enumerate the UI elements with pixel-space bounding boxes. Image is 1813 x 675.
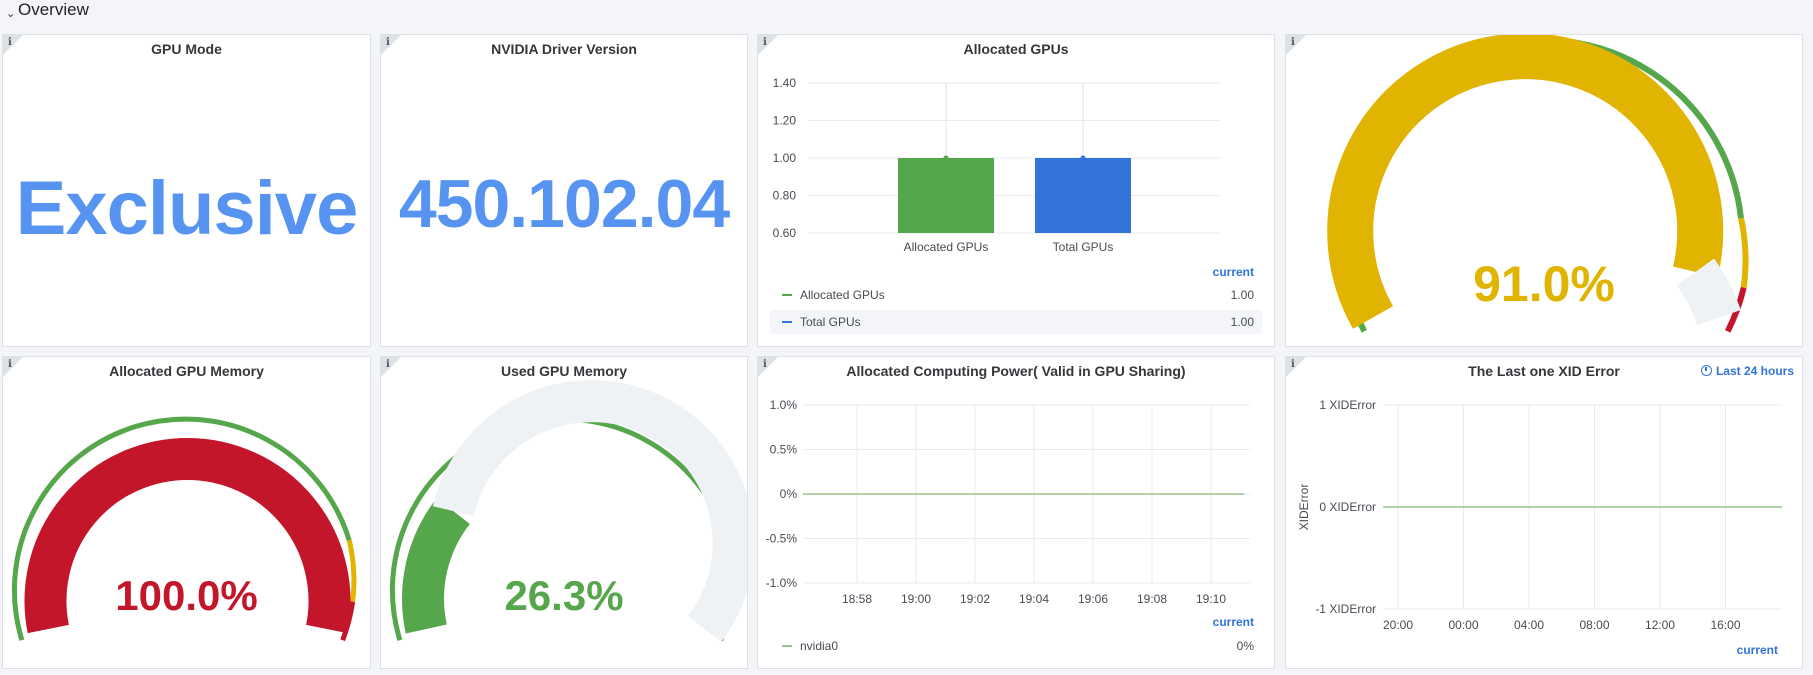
legend-value: 0% xyxy=(1236,639,1254,653)
panel-allocated-computing-power: i Allocated Computing Power( Valid in GP… xyxy=(757,356,1275,669)
legend-item[interactable]: nvidia0 0% xyxy=(770,634,1262,658)
legend-label[interactable]: nvidia0 xyxy=(800,639,838,653)
x-tick-label: 08:00 xyxy=(1579,618,1609,632)
legend-swatch xyxy=(782,645,792,647)
panel-xid-error: i The Last one XID Error Last 24 hours 1… xyxy=(1285,356,1803,669)
gauge-value: 100.0% xyxy=(115,572,258,619)
bar-point xyxy=(1080,155,1086,161)
panel-gpu-mode: i GPU Mode Exclusive xyxy=(2,34,371,347)
x-tick-label: 12:00 xyxy=(1645,618,1675,632)
panel-title[interactable]: GPU Mode xyxy=(3,41,370,57)
panel-title[interactable]: NVIDIA Driver Version xyxy=(381,41,747,57)
x-tick-label: 19:02 xyxy=(960,592,990,606)
panel-allocated-gpu-memory: i Allocated GPU Memory 100.0% xyxy=(2,356,371,669)
x-tick-label: 19:08 xyxy=(1137,592,1167,606)
legend-value: 1.00 xyxy=(1230,288,1254,302)
bar xyxy=(898,158,994,233)
x-tick-label: Allocated GPUs xyxy=(904,240,989,254)
row-title[interactable]: Overview xyxy=(18,0,89,20)
legend-item[interactable]: Allocated GPUs 1.00 xyxy=(770,283,1262,307)
y-tick-label: -0.5% xyxy=(766,532,798,546)
panel-gpu-utilization: i GPU Utilization 91.0% xyxy=(1285,34,1803,347)
legend-header-current[interactable]: current xyxy=(1213,265,1254,279)
panel-allocated-gpus: i Allocated GPUs 1.40 1.20 1.00 0.80 0.60 All… xyxy=(757,34,1275,347)
x-tick-label: Total GPUs xyxy=(1053,240,1114,254)
legend-swatch xyxy=(782,321,792,323)
line-chart[interactable]: 1 XIDError 0 XIDError -1 XIDError XIDError 2… xyxy=(1286,357,1803,647)
chevron-down-icon[interactable]: ⌄ xyxy=(6,7,15,20)
x-tick-label: 18:58 xyxy=(842,592,872,606)
y-tick-label: -1.0% xyxy=(766,576,798,590)
row-header-overview[interactable]: ⌄ Overview xyxy=(0,0,1813,22)
y-tick-label: -1 XIDError xyxy=(1315,602,1376,616)
y-tick-label: 0.60 xyxy=(773,226,797,240)
gauge-value: 26.3% xyxy=(504,572,624,619)
x-tick-label: 04:00 xyxy=(1514,618,1544,632)
y-tick-label: 1.0% xyxy=(770,398,798,412)
x-tick-label: 20:00 xyxy=(1383,618,1413,632)
stat-value: 450.102.04 xyxy=(398,166,730,242)
gauge xyxy=(11,416,357,642)
y-tick-label: 1.40 xyxy=(773,76,797,90)
x-tick-label: 19:00 xyxy=(901,592,931,606)
legend-header-current[interactable]: current xyxy=(1737,643,1778,657)
legend-label[interactable]: Total GPUs xyxy=(800,315,861,329)
y-tick-label: 0.80 xyxy=(773,189,797,203)
legend-item[interactable]: Total GPUs 1.00 xyxy=(770,310,1262,334)
x-tick-label: 19:10 xyxy=(1196,592,1226,606)
y-tick-label: 1 XIDError xyxy=(1319,398,1376,412)
y-tick-label: 1.00 xyxy=(773,151,797,165)
panel-driver-version: i NVIDIA Driver Version 450.102.04 xyxy=(380,34,748,347)
x-tick-label: 19:06 xyxy=(1078,592,1108,606)
panel-used-gpu-memory: i Used GPU Memory 26.3% xyxy=(380,356,748,669)
stat-value: Exclusive xyxy=(15,166,359,251)
y-tick-label: 0.5% xyxy=(770,443,798,457)
gauge-value: 91.0% xyxy=(1473,256,1615,312)
x-tick-label: 16:00 xyxy=(1710,618,1740,632)
y-tick-label: 0% xyxy=(780,487,798,501)
bar-point xyxy=(943,155,949,161)
gauge xyxy=(389,380,747,642)
x-tick-label: 00:00 xyxy=(1448,618,1478,632)
legend-header-current[interactable]: current xyxy=(1213,615,1254,629)
bar-chart[interactable]: 1.40 1.20 1.00 0.80 0.60 Allocated GPUs Total … xyxy=(758,35,1275,265)
bar xyxy=(1035,158,1131,233)
x-tick-label: 19:04 xyxy=(1019,592,1049,606)
legend-value: 1.00 xyxy=(1230,315,1254,329)
legend-label[interactable]: Allocated GPUs xyxy=(800,288,885,302)
line-chart[interactable]: 1.0% 0.5% 0% -0.5% -1.0% 18:58 19:00 19:02 19:04… xyxy=(758,357,1275,617)
legend-swatch xyxy=(782,294,792,296)
y-axis-label: XIDError xyxy=(1297,484,1311,531)
y-tick-label: 0 XIDError xyxy=(1319,500,1376,514)
y-tick-label: 1.20 xyxy=(773,114,797,128)
